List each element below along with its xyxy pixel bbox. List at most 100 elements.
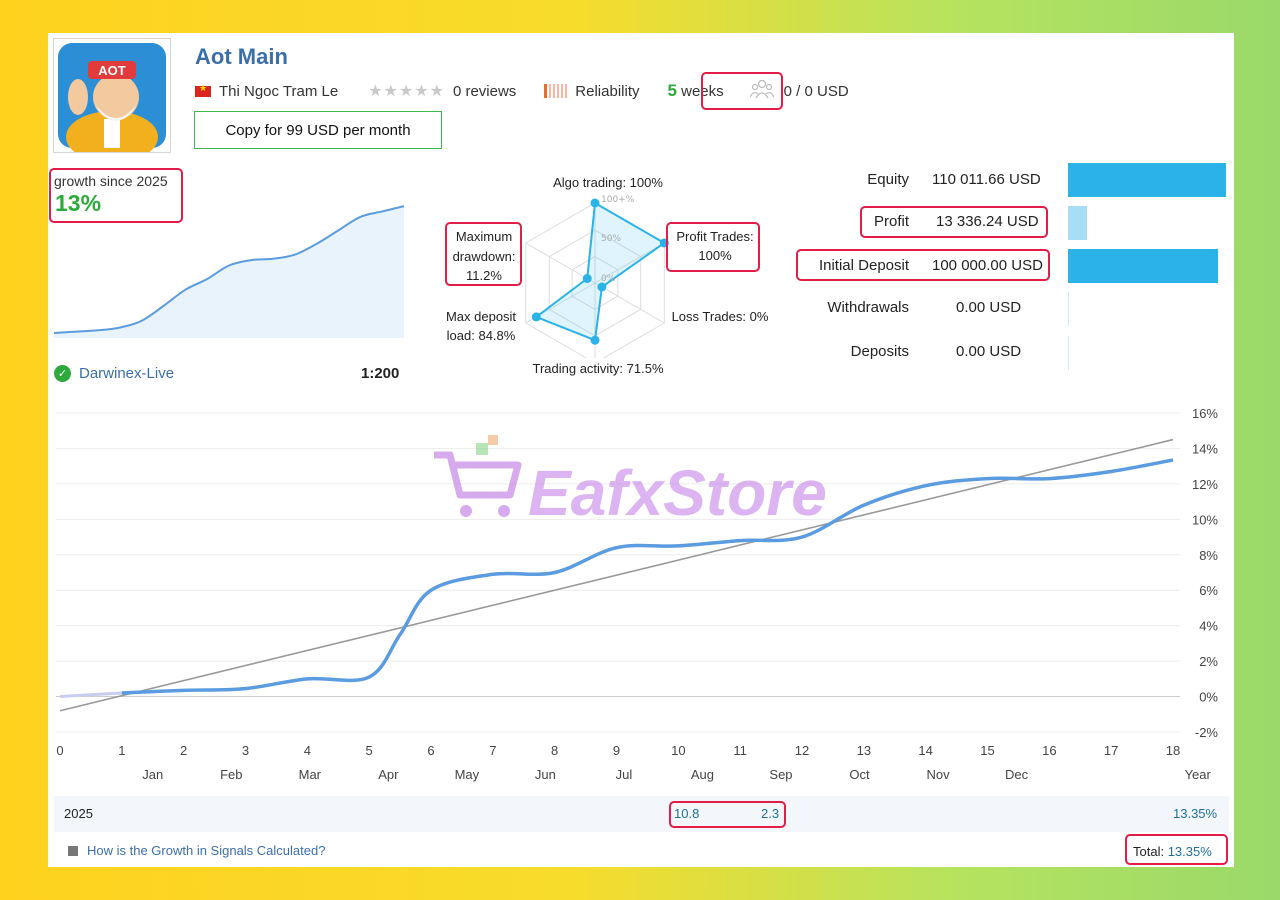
stat-label-withdrawals: Withdrawals [827, 299, 909, 316]
x-tick-label: 5 [366, 743, 373, 758]
radar-point-deposit[interactable] [531, 312, 541, 322]
stat-value-withdrawals: 0.00 USD [956, 299, 1022, 316]
year-total-value: 13.35% [1173, 806, 1218, 821]
x-tick-label: 9 [613, 743, 620, 758]
broker-name[interactable]: Darwinex-Live [79, 365, 174, 382]
y-tick-label: 16% [1192, 406, 1218, 421]
stat-bar-initial-deposit [1068, 249, 1219, 283]
radar-scale-0: 0% [601, 274, 616, 284]
year-label: 2025 [64, 806, 93, 821]
month-label: Oct [849, 767, 870, 782]
x-tick-label: 14 [918, 743, 932, 758]
stat-label-deposits: Deposits [850, 343, 909, 360]
copy-subscription-button[interactable]: Copy for 99 USD per month [194, 111, 442, 149]
page-title[interactable]: Aot Main [195, 44, 288, 70]
x-tick-label: 13 [857, 743, 871, 758]
mini-growth-chart [54, 205, 405, 338]
watermark: EafxStore [434, 435, 827, 529]
leverage-value: 1:200 [361, 365, 400, 382]
y-axis: 16% 14% 12% 10% 8% 6% 4% 2% 0% -2% [1192, 406, 1218, 740]
reviews-count[interactable]: 0 reviews [453, 83, 516, 100]
x-tick-label: 12 [795, 743, 809, 758]
x-tick-label: 17 [1104, 743, 1118, 758]
stat-bar-equity [1068, 163, 1226, 197]
growth-help-link[interactable]: How is the Growth in Signals Calculated? [68, 843, 325, 858]
month-label: Apr [378, 767, 399, 782]
avatar[interactable]: AOT [53, 38, 171, 163]
initial-deposit-highlight [796, 249, 1050, 281]
x-tick-label: 15 [980, 743, 994, 758]
x-tick-label: 4 [304, 743, 311, 758]
avatar-logo-text: AOT [98, 63, 126, 78]
x-tick-label: 18 [1166, 743, 1180, 758]
drawdown-highlight [445, 222, 522, 286]
signal-panel: AOT Aot Main Thi Ngoc Tram Le ★★★★★ 0 re… [48, 33, 1234, 867]
x-axis: 0 1 2 3 4 5 6 7 8 9 10 11 12 13 14 15 16 17 18 [56, 743, 1180, 758]
month-axis: Jan Feb Mar Apr May Jun Jul Aug Sep Oct Nov Dec Year [142, 767, 1211, 782]
y-tick-label: 10% [1192, 512, 1218, 527]
watermark-text: EafxStore [528, 457, 827, 529]
y-tick-label: 2% [1199, 654, 1218, 669]
month-label: Jan [142, 767, 163, 782]
weeks-highlight [701, 72, 783, 110]
radar-label-trading-activity: Trading activity: 71.5% [532, 361, 664, 376]
x-tick-label: 2 [180, 743, 187, 758]
radar-max-deposit-title: Max deposit [445, 309, 517, 324]
radar-label-algo: Algo trading: 100% [553, 175, 663, 190]
month-label: Aug [691, 767, 714, 782]
radar-chart: 100+% 50% 0% [525, 195, 669, 358]
radar-scale-50: 50% [601, 234, 621, 244]
radar-point-drawdown[interactable] [582, 274, 592, 284]
month-label: Feb [220, 767, 242, 782]
y-tick-label: 0% [1199, 690, 1218, 705]
x-tick-label: 8 [551, 743, 558, 758]
rating-stars-icon[interactable]: ★★★★★ [368, 81, 445, 101]
y-tick-label: 6% [1199, 583, 1218, 598]
x-tick-label: 7 [489, 743, 496, 758]
cart-icon [434, 435, 522, 517]
x-tick-label: 0 [56, 743, 63, 758]
month-label: Jul [616, 767, 633, 782]
stat-value-deposits: 0.00 USD [956, 343, 1022, 360]
radar-scale-100: 100+% [601, 195, 635, 205]
radar-label-max-deposit: Max deposit load: 84.8% [436, 307, 526, 345]
reliability-bars-icon [544, 84, 568, 98]
x-tick-label: 1 [118, 743, 125, 758]
y-tick-label: -2% [1195, 725, 1219, 740]
radar-max-deposit-value: load: 84.8% [446, 328, 516, 343]
stat-label-equity: Equity [867, 171, 909, 188]
month-label: Sep [769, 767, 792, 782]
y-tick-label: 4% [1199, 619, 1218, 634]
month-label: May [455, 767, 480, 782]
total-highlight [1125, 834, 1228, 865]
growth-start-segment [59, 691, 122, 699]
growth-help-text[interactable]: How is the Growth in Signals Calculated? [87, 843, 325, 858]
stat-bar-profit [1068, 206, 1087, 240]
author-name[interactable]: Thi Ngoc Tram Le [219, 83, 338, 100]
y-tick-label: 14% [1192, 441, 1218, 456]
growth-chart: EafxStore 16%14%12%10%8%6%4%2%0%-2% 0123… [56, 406, 1218, 782]
reliability-label: Reliability [575, 82, 640, 100]
subscribers-value: 0 / 0 USD [783, 82, 849, 100]
month-label: Jun [535, 767, 556, 782]
x-tick-label: 3 [242, 743, 249, 758]
info-square-icon [68, 845, 78, 856]
x-tick-label: 10 [671, 743, 685, 758]
stat-bar-deposits [1068, 336, 1069, 370]
month-label: Dec [1005, 767, 1029, 782]
radar-point-activity[interactable] [590, 335, 600, 345]
radar-polygon [534, 201, 667, 342]
month-label: Year [1185, 767, 1212, 782]
stat-bar-withdrawals [1068, 292, 1069, 326]
x-tick-label: 6 [427, 743, 434, 758]
stat-value-equity: 110 011.66 USD [932, 171, 1041, 188]
profit-trades-highlight [666, 222, 760, 272]
radar-point-algo[interactable] [590, 198, 600, 208]
mini-growth-area [54, 206, 404, 338]
verified-check-icon: ✓ [54, 365, 71, 382]
month-label: Mar [299, 767, 322, 782]
x-tick-label: 16 [1042, 743, 1056, 758]
monthly-values-highlight [669, 801, 786, 828]
broker-info[interactable]: ✓ Darwinex-Live [54, 365, 174, 382]
y-tick-label: 12% [1192, 477, 1218, 492]
